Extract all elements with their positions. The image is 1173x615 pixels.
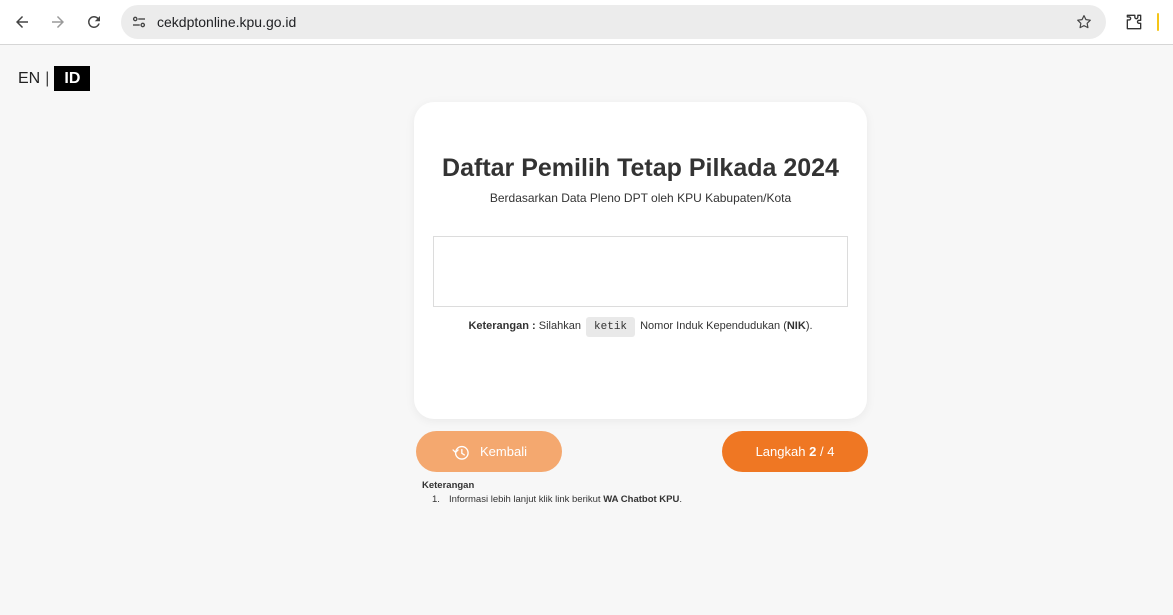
list-item-body: Informasi lebih lanjut klik link berikut	[449, 494, 601, 505]
nik-input[interactable]	[433, 236, 848, 307]
reload-icon	[87, 15, 100, 28]
extensions-icon[interactable]	[1120, 8, 1148, 36]
footer-notes: Keterangan 1. Informasi lebih lanjut kli…	[422, 479, 682, 508]
back-step-button[interactable]: Kembali	[416, 431, 562, 472]
next-step-current: 2	[809, 444, 817, 459]
search-card: Daftar Pemilih Tetap Pilkada 2024 Berdas…	[414, 102, 867, 419]
hint-end: ).	[805, 320, 813, 332]
list-item-number: 1.	[432, 494, 440, 505]
hint-code: ketik	[586, 317, 636, 337]
list-item-end: .	[679, 494, 682, 505]
language-switch: EN | ID	[18, 66, 91, 91]
language-en-option[interactable]: EN	[18, 70, 40, 88]
profile-accent-bar	[1157, 13, 1159, 31]
hint-post-text: Nomor Induk Kependudukan (	[640, 320, 787, 332]
back-step-label: Kembali	[480, 444, 527, 459]
next-step-button[interactable]: Langkah 2 / 4	[722, 431, 868, 472]
input-hint: Keterangan : Silahkan ketik Nomor Induk …	[414, 316, 867, 337]
back-button[interactable]	[8, 8, 36, 36]
site-info-icon[interactable]	[127, 10, 151, 34]
notes-title: Keterangan	[422, 480, 475, 491]
list-item: 1. Informasi lebih lanjut klik link beri…	[432, 492, 682, 508]
wa-chatbot-link[interactable]: WA Chatbot KPU	[603, 494, 679, 505]
list-item-text: Informasi lebih lanjut klik link berikut…	[449, 492, 682, 508]
back-history-icon	[451, 442, 471, 462]
hint-pre-text: Silahkan	[538, 320, 581, 332]
back-arrow-icon	[16, 16, 28, 28]
forward-button[interactable]	[44, 8, 72, 36]
language-id-option[interactable]: ID	[54, 66, 91, 91]
page-subtitle: Berdasarkan Data Pleno DPT oleh KPU Kabu…	[489, 191, 792, 205]
next-step-prefix: Langkah	[755, 444, 806, 459]
address-bar[interactable]: cekdptonline.kpu.go.id	[121, 5, 1106, 39]
next-step-total: 4	[827, 444, 835, 459]
bookmark-star-icon[interactable]	[1074, 12, 1094, 32]
page-title: Daftar Pemilih Tetap Pilkada 2024	[442, 154, 839, 182]
forward-arrow-icon	[52, 16, 64, 28]
url-text[interactable]: cekdptonline.kpu.go.id	[157, 14, 296, 30]
hint-nik: NIK	[786, 320, 806, 332]
language-separator: |	[45, 69, 50, 87]
next-step-sep: /	[819, 444, 824, 459]
reload-button[interactable]	[80, 8, 108, 36]
browser-toolbar: cekdptonline.kpu.go.id	[0, 0, 1173, 45]
hint-label: Keterangan :	[468, 320, 536, 332]
